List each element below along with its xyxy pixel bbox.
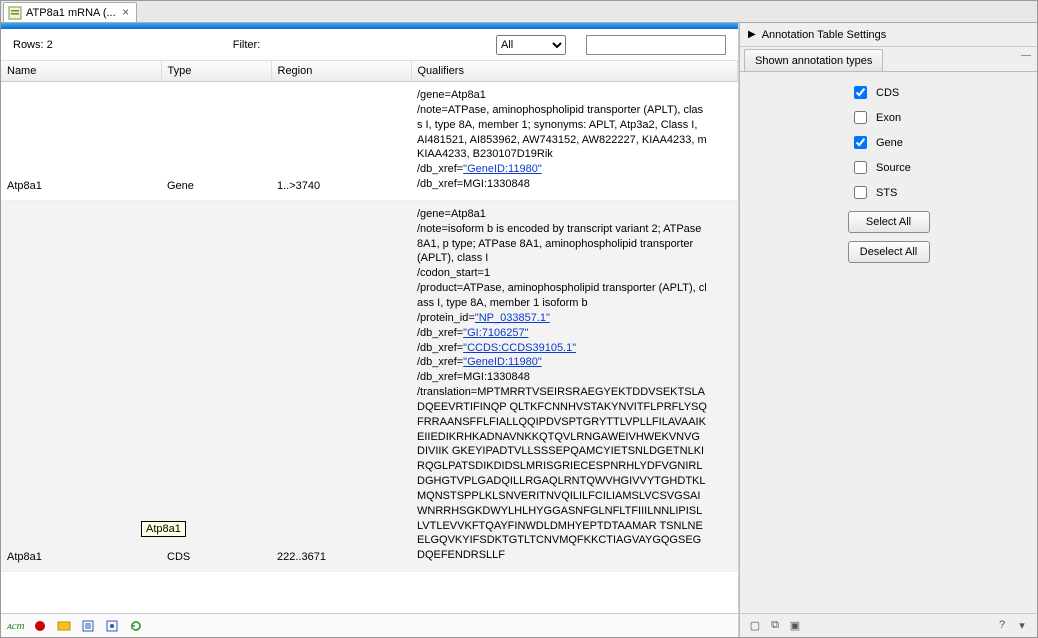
- table-toolbar: Rows: 2 Filter: All: [1, 29, 738, 61]
- cell-type: Gene: [161, 82, 271, 201]
- table-row[interactable]: Atp8a1CDS222..3671/gene=Atp8a1/note=isof…: [1, 200, 738, 571]
- filter-input[interactable]: [586, 35, 726, 55]
- annotation-type-label: STS: [876, 187, 897, 199]
- table-header-row: Name Type Region Qualifiers: [1, 61, 738, 82]
- annotation-table-scroll[interactable]: Name Type Region Qualifiers Atp8a1Gene1.…: [1, 61, 738, 613]
- qualifier-line: /protein_id="NP_033857.1": [417, 311, 707, 326]
- cell-qualifiers: /gene=Atp8a1/note=ATPase, aminophospholi…: [411, 82, 738, 201]
- annotation-type-row: CDS: [740, 80, 1037, 105]
- qualifier-line: /translation=MPTMRRTVSEIRSRAEGYEKTDDVSEK…: [417, 385, 707, 563]
- annotation-type-label: Source: [876, 162, 911, 174]
- annotation-type-label: Gene: [876, 137, 903, 149]
- col-header-type[interactable]: Type: [161, 61, 271, 82]
- annotation-type-row: Gene: [740, 130, 1037, 155]
- cell-qualifiers: /gene=Atp8a1/note=isoform b is encoded b…: [411, 200, 738, 571]
- qualifier-line: /note=isoform b is encoded by transcript…: [417, 222, 707, 267]
- cell-region: 222..3671: [271, 200, 411, 571]
- save-view-icon[interactable]: ▢: [748, 619, 762, 633]
- col-header-name[interactable]: Name: [1, 61, 161, 82]
- deselect-all-button[interactable]: Deselect All: [848, 241, 930, 263]
- track-yellow-icon[interactable]: [55, 617, 73, 635]
- settings-panel-title: Annotation Table Settings: [762, 29, 887, 41]
- document-tab[interactable]: ATP8a1 mRNA (... ×: [3, 2, 137, 22]
- col-header-region[interactable]: Region: [271, 61, 411, 82]
- annotation-type-label: CDS: [876, 87, 899, 99]
- db-xref-link[interactable]: "GeneID:11980": [463, 163, 542, 175]
- record-icon[interactable]: [31, 617, 49, 635]
- db-xref-link[interactable]: "GeneID:11980": [463, 356, 542, 368]
- collapse-icon[interactable]: —: [1021, 50, 1031, 61]
- help-icon[interactable]: ?: [995, 619, 1009, 633]
- cell-type: CDS: [161, 200, 271, 571]
- layout-icon[interactable]: ⧉: [768, 619, 782, 633]
- close-icon[interactable]: ×: [120, 7, 132, 19]
- refresh-icon[interactable]: [127, 617, 145, 635]
- filter-mode-select[interactable]: All: [496, 35, 566, 55]
- sequence-icon: [8, 6, 22, 20]
- db-xref-link[interactable]: "NP_033857.1": [475, 312, 550, 324]
- cell-region: 1..>3740: [271, 82, 411, 201]
- qualifier-line: /db_xref="CCDS:CCDS39105.1": [417, 341, 707, 356]
- filter-label: Filter:: [233, 39, 261, 51]
- row-count-label: Rows: 2: [13, 39, 53, 51]
- minimize-panel-icon[interactable]: ▾: [1015, 619, 1029, 633]
- annotation-table: Name Type Region Qualifiers Atp8a1Gene1.…: [1, 61, 738, 572]
- db-xref-link[interactable]: "GI:7106257": [463, 327, 528, 339]
- cell-name: Atp8a1: [1, 82, 161, 201]
- settings-panel-body: CDS Exon Gene Source STS Select All Deselect…: [740, 71, 1037, 613]
- qualifier-line: /gene=Atp8a1: [417, 207, 707, 222]
- qualifier-line: /db_xref=MGI:1330848: [417, 370, 707, 385]
- annotation-type-checkbox[interactable]: [854, 161, 867, 174]
- qualifier-line: /note=ATPase, aminophospholipid transpor…: [417, 103, 707, 162]
- annotation-type-checkbox[interactable]: [854, 136, 867, 149]
- table-row[interactable]: Atp8a1Gene1..>3740/gene=Atp8a1/note=ATPa…: [1, 82, 738, 201]
- db-xref-link[interactable]: "CCDS:CCDS39105.1": [463, 342, 576, 354]
- document-tab-title: ATP8a1 mRNA (...: [26, 7, 116, 19]
- act-icon[interactable]: ᴀcт: [7, 617, 25, 635]
- col-header-qualifiers[interactable]: Qualifiers: [411, 61, 738, 82]
- qualifier-line: /codon_start=1: [417, 266, 707, 281]
- annotation-type-checkbox[interactable]: [854, 186, 867, 199]
- select-all-button[interactable]: Select All: [848, 211, 930, 233]
- settings-panel-footer: ▢ ⧉ ▣ ? ▾: [740, 613, 1037, 637]
- status-bar: ᴀcт: [1, 613, 738, 637]
- settings-panel-header[interactable]: ▶ Annotation Table Settings: [740, 23, 1037, 47]
- qualifier-line: /db_xref="GeneID:11980": [417, 162, 707, 177]
- expand-icon: ▶: [748, 29, 756, 40]
- dock-icon[interactable]: ▣: [788, 619, 802, 633]
- qualifier-line: /db_xref=MGI:1330848: [417, 177, 707, 192]
- annotation-type-row: Exon: [740, 105, 1037, 130]
- document-tabs: ATP8a1 mRNA (... ×: [1, 1, 1037, 23]
- annotation-type-checkbox[interactable]: [854, 86, 867, 99]
- settings-icon[interactable]: [103, 617, 121, 635]
- list-icon[interactable]: [79, 617, 97, 635]
- qualifier-line: /db_xref="GI:7106257": [417, 326, 707, 341]
- qualifier-line: /product=ATPase, aminophospholipid trans…: [417, 281, 707, 311]
- qualifier-line: /db_xref="GeneID:11980": [417, 355, 707, 370]
- annotation-type-label: Exon: [876, 112, 901, 124]
- annotation-type-checkbox[interactable]: [854, 111, 867, 124]
- annotation-type-row: Source: [740, 155, 1037, 180]
- annotation-type-row: STS: [740, 180, 1037, 205]
- qualifier-line: /gene=Atp8a1: [417, 88, 707, 103]
- settings-tab[interactable]: Shown annotation types: [744, 49, 883, 71]
- cell-name: Atp8a1: [1, 200, 161, 571]
